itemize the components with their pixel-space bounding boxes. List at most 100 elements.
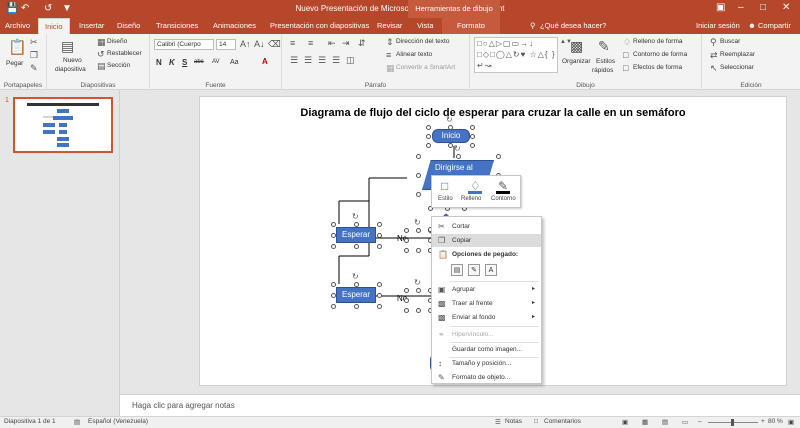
format-painter-icon[interactable]: ✎ <box>30 64 38 73</box>
replace-button[interactable]: Reemplazar <box>720 51 755 58</box>
menu-item-size-position[interactable]: ↕ Tamaño y posición... <box>432 357 541 370</box>
style-icon[interactable]: □ <box>441 179 448 193</box>
resize-handle[interactable] <box>415 153 421 159</box>
resize-handle[interactable] <box>495 153 501 159</box>
notes-button[interactable]: Notas <box>505 418 522 425</box>
rotate-handle-icon[interactable]: ↻ <box>446 115 453 124</box>
tab-insertar[interactable]: Insertar <box>79 18 104 34</box>
menu-item-bring-front[interactable]: ▩ Traer al frente ▸ <box>432 297 541 310</box>
font-name-select[interactable]: Calibri (Cuerpo <box>154 39 214 50</box>
maximize-icon[interactable]: □ <box>760 2 766 13</box>
paste-keep-source-icon[interactable]: ✎ <box>468 264 480 276</box>
resize-handle[interactable] <box>376 281 382 287</box>
align-center-icon[interactable]: ☰ <box>304 56 312 65</box>
tab-archivo[interactable]: Archivo <box>5 18 30 34</box>
resize-handle[interactable] <box>469 133 475 139</box>
resize-handle[interactable] <box>330 243 336 249</box>
resize-handle[interactable] <box>415 172 421 178</box>
tab-transiciones[interactable]: Transiciones <box>156 18 198 34</box>
sign-in-link[interactable]: Iniciar sesión <box>696 18 740 34</box>
zoom-level[interactable]: 80 % <box>768 418 783 425</box>
smartart-button[interactable]: Convertir a SmartArt <box>396 64 455 71</box>
notes-pane[interactable]: Haga clic para agregar notas <box>120 394 800 416</box>
resize-handle[interactable] <box>353 221 359 227</box>
resize-handle[interactable] <box>330 281 336 287</box>
resize-handle[interactable] <box>469 124 475 130</box>
change-case-button[interactable]: Aa <box>230 59 239 66</box>
rotate-handle-icon[interactable]: ↻ <box>352 272 359 281</box>
resize-handle[interactable] <box>415 287 421 293</box>
comments-button[interactable]: Comentarios <box>544 418 581 425</box>
flow-process-esperar-1[interactable]: Esperar <box>336 227 376 243</box>
paste-button[interactable]: Pegar <box>6 60 23 67</box>
resize-handle[interactable] <box>425 142 431 148</box>
resize-handle[interactable] <box>403 247 409 253</box>
font-size-select[interactable]: 14 <box>216 39 236 50</box>
bullets-icon[interactable]: ≡ <box>290 39 295 48</box>
resize-handle[interactable] <box>415 227 421 233</box>
text-direction-button[interactable]: Dirección del texto <box>396 38 449 45</box>
resize-handle[interactable] <box>376 303 382 309</box>
resize-handle[interactable] <box>353 303 359 309</box>
decrease-indent-icon[interactable]: ⇤ <box>328 39 336 48</box>
strikethrough-button[interactable]: abc <box>194 59 204 65</box>
tab-inicio[interactable]: Inicio <box>38 18 70 34</box>
justify-icon[interactable]: ☰ <box>332 56 340 65</box>
resize-handle[interactable] <box>425 133 431 139</box>
section-button[interactable]: Sección <box>107 62 130 69</box>
resize-handle[interactable] <box>330 303 336 309</box>
increase-indent-icon[interactable]: ⇥ <box>342 39 350 48</box>
zoom-in-icon[interactable]: + <box>761 418 765 425</box>
tab-presentacion[interactable]: Presentación con diapositivas <box>270 18 369 34</box>
new-slide-label-2[interactable]: diapositiva <box>55 66 86 73</box>
minimize-icon[interactable]: – <box>738 2 744 13</box>
cut-icon[interactable]: ✂ <box>30 38 38 47</box>
menu-item-group[interactable]: ▣ Agrupar ▸ <box>432 283 541 296</box>
zoom-out-icon[interactable]: – <box>698 418 702 425</box>
mini-outline-button[interactable]: Contorno <box>491 196 516 202</box>
new-slide-label-1[interactable]: Nuevo <box>63 57 82 64</box>
select-button[interactable]: Seleccionar <box>720 64 754 71</box>
resize-handle[interactable] <box>403 297 409 303</box>
language-indicator[interactable]: Español (Venezuela) <box>88 418 148 425</box>
resize-handle[interactable] <box>376 221 382 227</box>
italic-button[interactable]: K <box>169 58 175 67</box>
fit-slide-icon[interactable]: ▣ <box>788 418 794 426</box>
arrange-icon[interactable]: ▩ <box>570 39 583 53</box>
numbering-icon[interactable]: ≡ <box>308 39 313 48</box>
slide-sorter-icon[interactable]: ▦ <box>642 418 648 426</box>
resize-handle[interactable] <box>403 237 409 243</box>
normal-view-icon[interactable]: ▣ <box>622 418 628 426</box>
menu-item-copy[interactable]: ❐ Copiar <box>432 234 541 247</box>
underline-button[interactable]: S <box>182 58 187 67</box>
quick-styles-label-1[interactable]: Estilos <box>596 58 615 65</box>
resize-handle[interactable] <box>353 243 359 249</box>
resize-handle[interactable] <box>403 307 409 313</box>
resize-handle[interactable] <box>376 232 382 238</box>
grow-font-icon[interactable]: A↑ <box>240 40 251 49</box>
mini-fill-button[interactable]: Relleno <box>461 196 481 202</box>
reset-button[interactable]: Restablecer <box>107 50 142 57</box>
menu-item-send-back[interactable]: ▩ Enviar al fondo ▸ <box>432 311 541 324</box>
quick-styles-icon[interactable]: ✎ <box>598 39 610 53</box>
tell-me-search[interactable]: ¿Qué desea hacer? <box>540 18 606 34</box>
tab-vista[interactable]: Vista <box>417 18 434 34</box>
slideshow-icon[interactable]: ▭ <box>682 418 688 426</box>
share-button[interactable]: Compartir <box>758 18 791 34</box>
char-spacing-button[interactable]: AV <box>212 59 220 65</box>
columns-icon[interactable]: ◫ <box>346 56 355 65</box>
line-spacing-icon[interactable]: ⇵ <box>358 39 366 48</box>
resize-handle[interactable] <box>330 232 336 238</box>
paste-use-destination-icon[interactable]: ▤ <box>451 264 463 276</box>
resize-handle[interactable] <box>415 191 421 197</box>
mini-style-button[interactable]: Estilo <box>438 196 453 202</box>
slide-thumbnail[interactable] <box>13 97 113 153</box>
flow-start-terminal[interactable]: Inicio <box>432 129 470 143</box>
resize-handle[interactable] <box>425 124 431 130</box>
resize-handle[interactable] <box>376 243 382 249</box>
resize-handle[interactable] <box>415 307 421 313</box>
resize-handle[interactable] <box>403 287 409 293</box>
rotate-handle-icon[interactable]: ↻ <box>454 144 461 153</box>
resize-handle[interactable] <box>353 281 359 287</box>
ribbon-display-icon[interactable]: ▣ <box>716 2 725 13</box>
